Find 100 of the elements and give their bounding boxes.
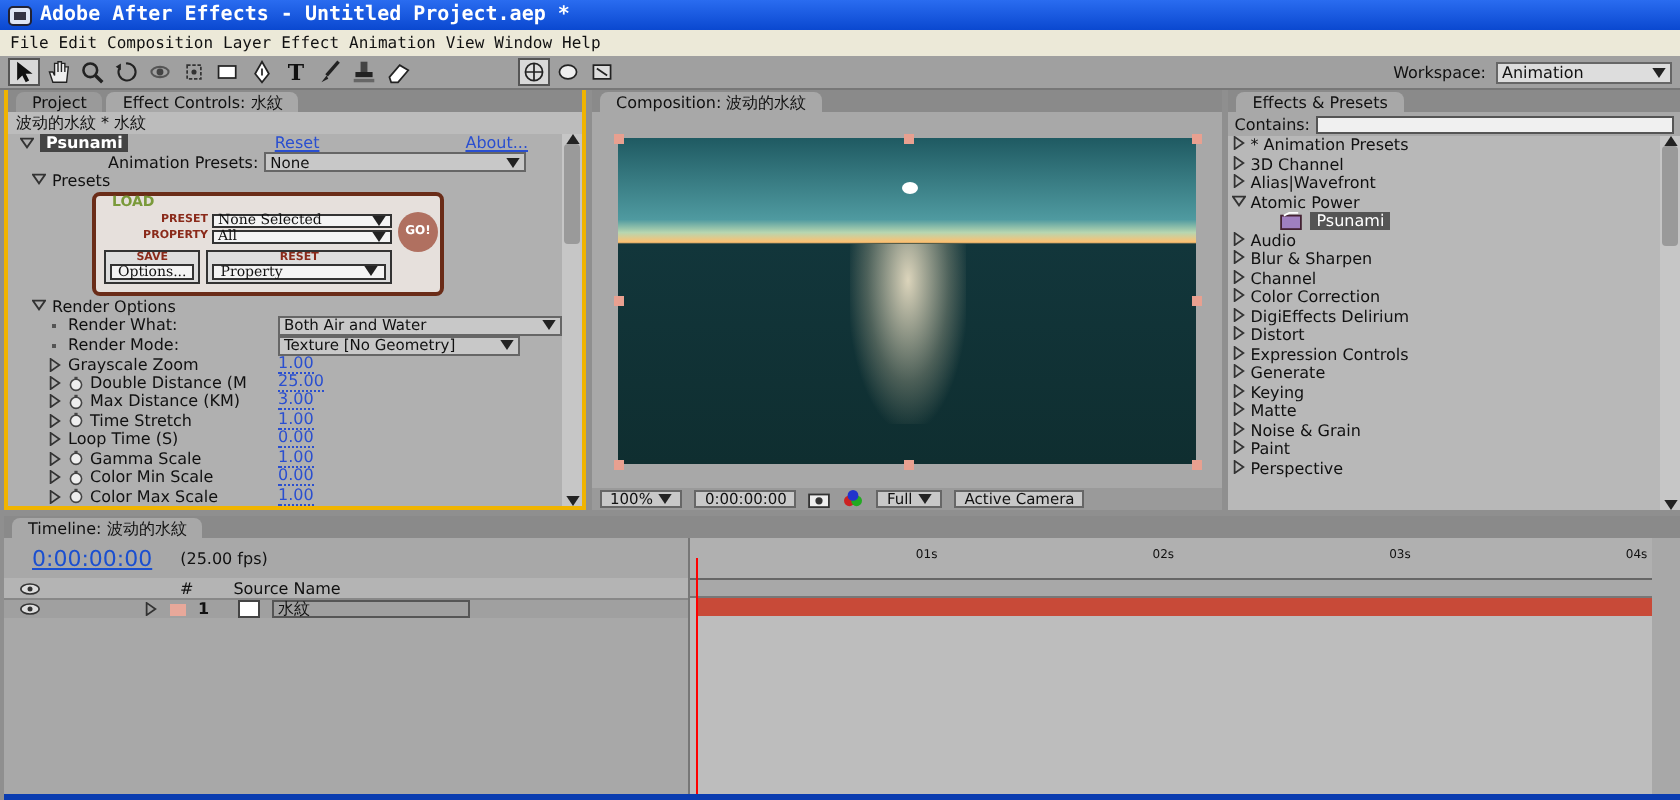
plugin-tree-item[interactable]: Psunami (1310, 212, 1391, 231)
effect-category[interactable]: Generate (1250, 364, 1326, 383)
rgb-channels-icon[interactable] (842, 490, 865, 508)
tool-button[interactable] (8, 58, 40, 86)
zoom-tool-icon (80, 60, 104, 84)
menu-item[interactable]: Help (560, 34, 603, 52)
effect-category[interactable]: * Animation Presets (1250, 136, 1409, 155)
panel-tab[interactable]: Project (16, 92, 103, 112)
menu-item[interactable]: File (8, 34, 51, 52)
effect-category[interactable]: Noise & Grain (1250, 421, 1361, 440)
effect-category[interactable]: 3D Channel (1250, 155, 1344, 174)
expanded-triangle-icon[interactable] (1232, 193, 1247, 208)
property-label: Double Distance (M (90, 374, 247, 393)
menu-item[interactable]: Composition (105, 34, 216, 52)
property-label: Grayscale Zoom (68, 355, 199, 374)
camera-icon[interactable] (808, 490, 831, 508)
effect-category[interactable]: Matte (1250, 402, 1297, 421)
window-title: Adobe After Effects - Untitled Project.aep * (40, 4, 570, 26)
expanded-triangle-icon[interactable] (32, 172, 46, 187)
stopwatch-icon[interactable] (68, 488, 84, 505)
effect-category[interactable]: Paint (1250, 440, 1291, 459)
label-color-swatch[interactable] (170, 603, 186, 615)
effect-category[interactable]: Expression Controls (1250, 345, 1409, 364)
stopwatch-icon[interactable] (68, 469, 84, 486)
animation-presets-label: Animation Presets: (108, 153, 259, 172)
scrollbar[interactable] (562, 134, 582, 506)
effect-category[interactable]: Color Correction (1250, 288, 1381, 307)
contains-label: Contains: (1234, 115, 1310, 133)
effect-category[interactable]: Atomic Power (1250, 193, 1360, 212)
caret-icon (364, 266, 378, 276)
stopwatch-icon[interactable] (68, 375, 84, 392)
resize-handle[interactable] (1192, 459, 1203, 469)
solid-icon (238, 600, 260, 618)
arrow-tool-icon (12, 60, 36, 84)
workspace-dropdown[interactable]: Animation (1496, 61, 1672, 83)
tool-button[interactable] (76, 58, 108, 86)
expanded-triangle-icon[interactable] (32, 297, 46, 312)
panel-tab[interactable]: Effect Controls: 水紋 (106, 92, 299, 112)
visibility-icon[interactable] (20, 602, 40, 616)
search-field[interactable] (1316, 115, 1674, 133)
panel-tab[interactable]: Composition: 波动的水紋 (600, 92, 823, 112)
effect-icon (1280, 212, 1303, 231)
tool-button[interactable] (110, 58, 142, 86)
group-label: Presets (52, 172, 111, 191)
caret-icon (542, 320, 556, 331)
scroll-down-icon[interactable] (565, 496, 579, 506)
effect-category[interactable]: Keying (1250, 383, 1305, 402)
layer-name[interactable]: 水紋 (272, 600, 470, 618)
panel-tab[interactable]: Timeline: 波动的水紋 (12, 518, 203, 538)
stopwatch-icon[interactable] (68, 393, 84, 410)
brush-tool-icon (318, 60, 342, 84)
layer-number: 1 (198, 600, 212, 618)
menu-item[interactable]: View (443, 34, 487, 52)
stopwatch-icon[interactable] (68, 412, 84, 429)
property-label: Max Distance (KM) (90, 392, 240, 411)
axis-mode-button[interactable] (518, 58, 550, 86)
pen-tool-icon (250, 60, 274, 84)
effect-category[interactable]: DigiEffects Delirium (1250, 307, 1410, 326)
resize-handle[interactable] (614, 296, 625, 306)
effect-category[interactable]: Alias|Wavefront (1250, 174, 1376, 193)
effect-category[interactable]: Distort (1250, 326, 1305, 345)
resize-handle[interactable] (614, 459, 625, 469)
resize-handle[interactable] (903, 459, 914, 469)
scroll-thumb[interactable] (564, 144, 580, 244)
collapsed-triangle-icon[interactable] (144, 602, 158, 616)
resize-handle[interactable] (1192, 133, 1203, 143)
tool-button[interactable]: T (280, 58, 312, 86)
tool-button[interactable] (348, 58, 380, 86)
caret-icon (658, 494, 673, 504)
frame-rate: (25.00 fps) (180, 549, 268, 567)
panel-tab[interactable]: Effects & Presets (1236, 92, 1404, 112)
view-tool-icon (590, 60, 614, 84)
effect-category[interactable]: Channel (1250, 269, 1317, 288)
resize-handle[interactable] (903, 133, 914, 143)
group-label: Render Options (52, 297, 176, 316)
property-label: Loop Time (S) (68, 430, 179, 449)
property-label: Time Stretch (90, 411, 192, 430)
menu-item[interactable]: Effect (279, 34, 342, 52)
menu-item[interactable]: Layer (221, 34, 274, 52)
caret-icon (1652, 67, 1666, 77)
property-label: Render What: (68, 316, 178, 335)
scrollbar[interactable] (1660, 136, 1680, 510)
menu-item[interactable]: Animation (347, 34, 438, 52)
caret-icon (506, 157, 521, 168)
scroll-thumb[interactable] (1662, 146, 1678, 246)
effect-category[interactable]: Blur & Sharpen (1250, 250, 1373, 269)
resize-handle[interactable] (1192, 296, 1203, 306)
menu-item[interactable]: Window (492, 34, 555, 52)
stopwatch-icon[interactable] (68, 450, 84, 467)
effect-category[interactable]: Perspective (1250, 459, 1344, 478)
menu-item[interactable]: Edit (56, 34, 100, 52)
rotate-tool-icon (114, 60, 138, 84)
effect-category[interactable]: Audio (1250, 231, 1296, 250)
scroll-down-icon[interactable] (1663, 500, 1677, 510)
expanded-triangle-icon[interactable] (20, 136, 34, 151)
resize-handle[interactable] (614, 133, 625, 143)
workspace-label: Workspace: (1393, 63, 1486, 81)
property-label: Gamma Scale (90, 449, 202, 468)
column-header: # (180, 579, 194, 597)
layer-row[interactable]: 1 水紋 (4, 600, 688, 618)
